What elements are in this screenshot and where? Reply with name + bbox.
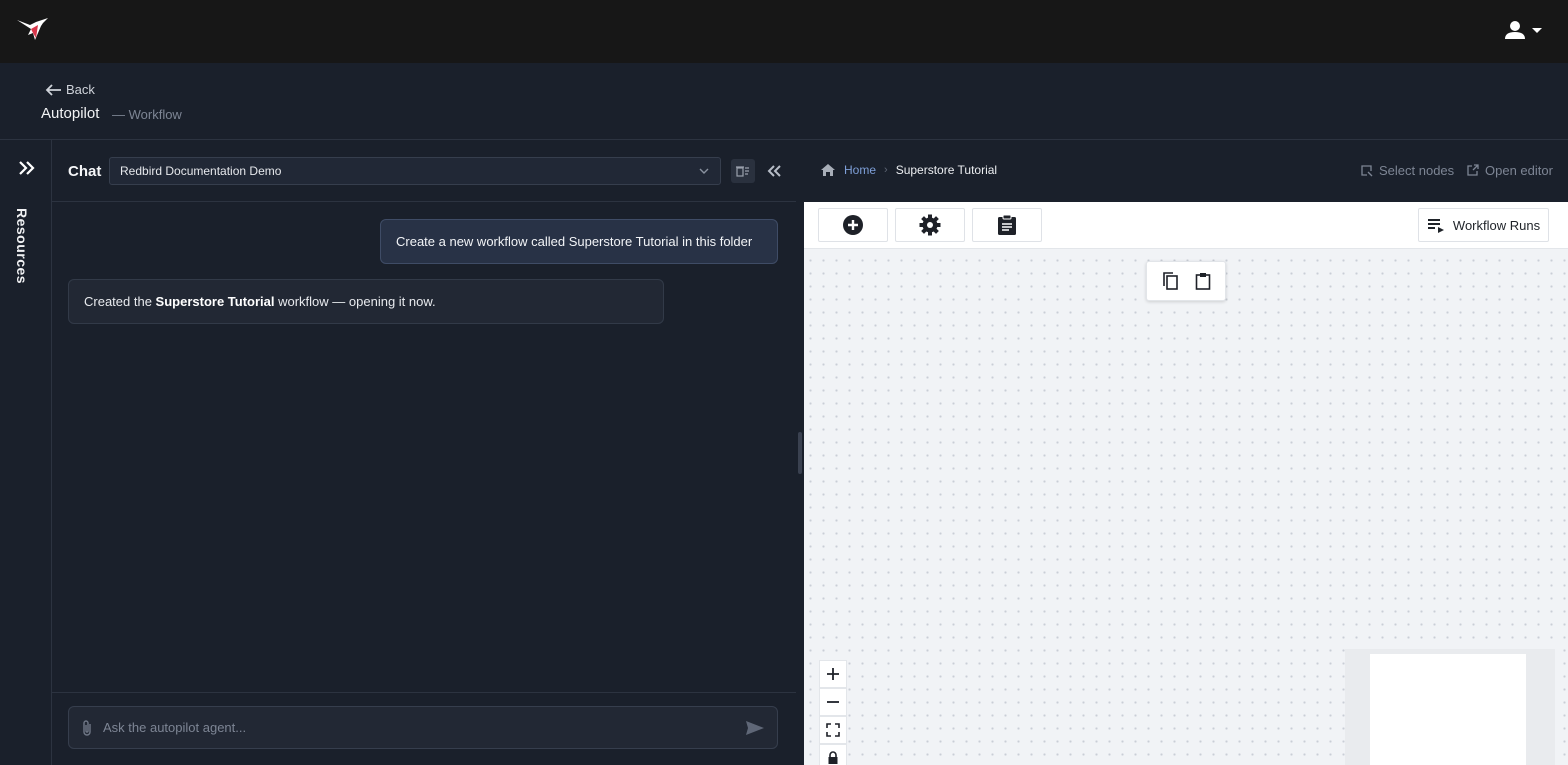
- plus-circle-icon: [843, 215, 863, 235]
- hummingbird-logo-icon[interactable]: [16, 16, 50, 46]
- paperclip-icon[interactable]: [81, 719, 93, 737]
- user-message: Create a new workflow called Superstore …: [380, 219, 778, 264]
- clipboard-list-icon: [998, 214, 1016, 235]
- project-select[interactable]: Redbird Documentation Demo: [109, 157, 721, 185]
- add-node-button[interactable]: [818, 208, 888, 242]
- copy-icon: [1162, 272, 1178, 290]
- caret-down-icon: [1532, 28, 1542, 33]
- paste-icon: [1195, 273, 1210, 290]
- chat-input-area: [52, 692, 796, 765]
- resources-rail: Resources: [0, 140, 52, 765]
- open-editor-label: Open editor: [1485, 163, 1553, 178]
- workflow-canvas[interactable]: Workflow Runs: [804, 202, 1568, 765]
- double-chevron-left-icon: [767, 165, 781, 177]
- breadcrumb-current: Superstore Tutorial: [895, 163, 998, 177]
- collapse-chat-button[interactable]: [762, 159, 786, 183]
- copy-button[interactable]: [1157, 268, 1183, 294]
- resize-handle[interactable]: [798, 432, 802, 474]
- settings-button[interactable]: [895, 208, 965, 242]
- clipboard-controls: [1146, 261, 1226, 301]
- chat-input-box: [68, 706, 778, 749]
- agent-message-workflow-name: Superstore Tutorial: [155, 294, 275, 309]
- send-icon[interactable]: [745, 720, 765, 736]
- select-nodes-button[interactable]: Select nodes: [1360, 163, 1454, 178]
- zoom-out-button[interactable]: [819, 688, 847, 716]
- chat-input[interactable]: [103, 720, 735, 735]
- minus-icon: [827, 701, 839, 703]
- select-nodes-label: Select nodes: [1379, 163, 1455, 178]
- select-nodes-icon: [1361, 165, 1373, 177]
- page-title: Autopilot: [41, 105, 100, 122]
- agent-message: Created the Superstore Tutorial workflow…: [68, 279, 664, 324]
- plus-icon: [827, 668, 839, 680]
- assignment-button[interactable]: [972, 208, 1042, 242]
- panel-splitter: [796, 140, 804, 765]
- external-link-icon: [1467, 164, 1479, 176]
- user-menu[interactable]: [1504, 18, 1552, 42]
- page-subtitle: — Workflow: [112, 107, 182, 122]
- lock-view-button[interactable]: [819, 744, 847, 765]
- lock-icon: [828, 751, 838, 764]
- clear-chat-icon: [736, 166, 749, 177]
- gear-icon: [919, 214, 941, 236]
- expand-panel-icon[interactable]: [16, 160, 36, 176]
- minimap-viewport[interactable]: [1370, 654, 1526, 765]
- page-header: Back Autopilot — Workflow: [0, 63, 1568, 140]
- chat-panel: Chat Redbird Documentation Demo Create a…: [52, 140, 796, 765]
- project-select-value: Redbird Documentation Demo: [120, 164, 282, 178]
- arrow-left-icon: [45, 83, 61, 96]
- new-chat-button[interactable]: [731, 159, 755, 183]
- top-bar: [0, 0, 1568, 63]
- breadcrumb: Home › Superstore Tutorial: [820, 163, 997, 177]
- chevron-down-icon: [699, 168, 709, 174]
- agent-message-suffix: workflow — opening it now.: [274, 294, 436, 309]
- zoom-in-button[interactable]: [819, 660, 847, 688]
- chevron-right-icon: ›: [884, 164, 888, 176]
- paste-button[interactable]: [1190, 268, 1216, 294]
- fullscreen-icon: [826, 723, 840, 737]
- chat-title: Chat: [68, 163, 102, 180]
- playlist-play-icon: [1427, 219, 1444, 233]
- back-link[interactable]: Back: [44, 82, 95, 97]
- open-editor-button[interactable]: Open editor: [1466, 163, 1553, 178]
- workflow-runs-label: Workflow Runs: [1452, 217, 1541, 233]
- workflow-runs-button[interactable]: Workflow Runs: [1418, 208, 1549, 242]
- back-label: Back: [66, 82, 95, 97]
- resources-tab[interactable]: Resources: [14, 208, 30, 284]
- breadcrumb-home[interactable]: Home: [844, 163, 876, 177]
- person-icon: [1505, 21, 1525, 39]
- workflow-header: Home › Superstore Tutorial Select nodes …: [804, 140, 1568, 202]
- canvas-toolbar: Workflow Runs: [804, 202, 1568, 249]
- fit-view-button[interactable]: [819, 716, 847, 744]
- chat-header: Chat Redbird Documentation Demo: [52, 140, 796, 202]
- agent-message-prefix: Created the: [84, 294, 156, 309]
- minimap[interactable]: [1345, 649, 1555, 765]
- home-icon[interactable]: [820, 163, 836, 177]
